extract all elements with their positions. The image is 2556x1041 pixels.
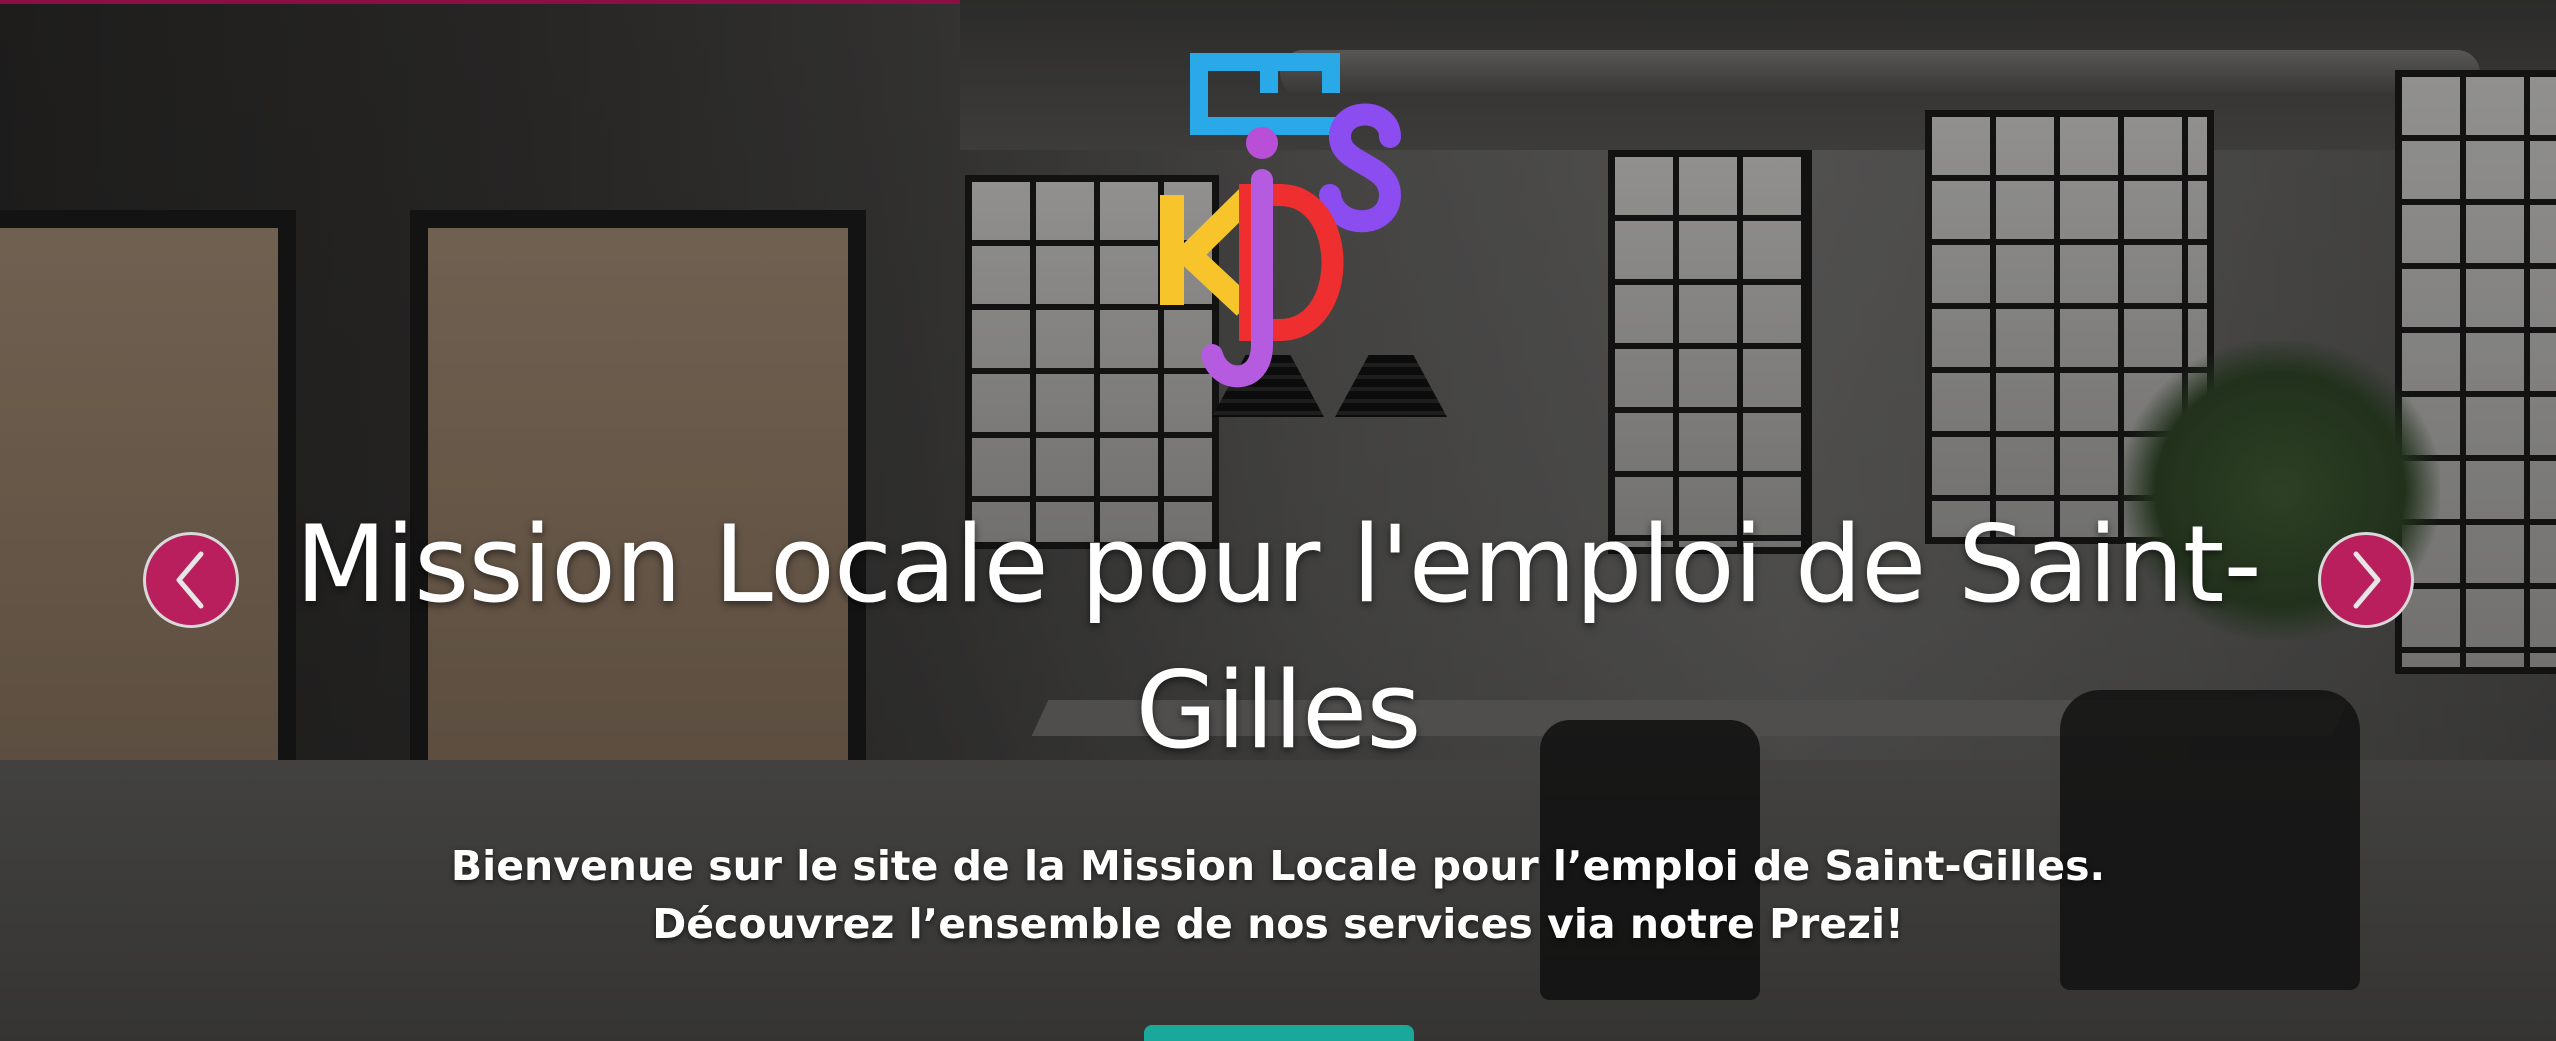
carousel-prev-button[interactable]	[143, 532, 239, 628]
logo-letter-e	[1190, 53, 1340, 135]
carousel-next-button[interactable]	[2318, 532, 2414, 628]
hero-title: Mission Locale pour l'emploi de Saint-Gi…	[295, 503, 2261, 772]
logo-letter-s	[1319, 103, 1402, 233]
hero-banner: Mission Locale pour l'emploi de Saint-Gi…	[0, 0, 2556, 1041]
chevron-left-icon	[176, 551, 204, 609]
mission-locale-logo[interactable]	[1150, 45, 1410, 405]
hero-subtitle-line-1: Bienvenue sur le site de la Mission Loca…	[450, 842, 2106, 890]
chevron-right-icon	[2353, 551, 2381, 609]
cta-button[interactable]	[1144, 1025, 1414, 1041]
hero-subtitle-line-2: Découvrez l’ensemble de nos services via…	[652, 900, 1904, 948]
logo-letter-k	[1160, 186, 1259, 316]
hero-subtitle: Bienvenue sur le site de la Mission Loca…	[278, 837, 2278, 953]
logo-dot	[1246, 127, 1278, 159]
